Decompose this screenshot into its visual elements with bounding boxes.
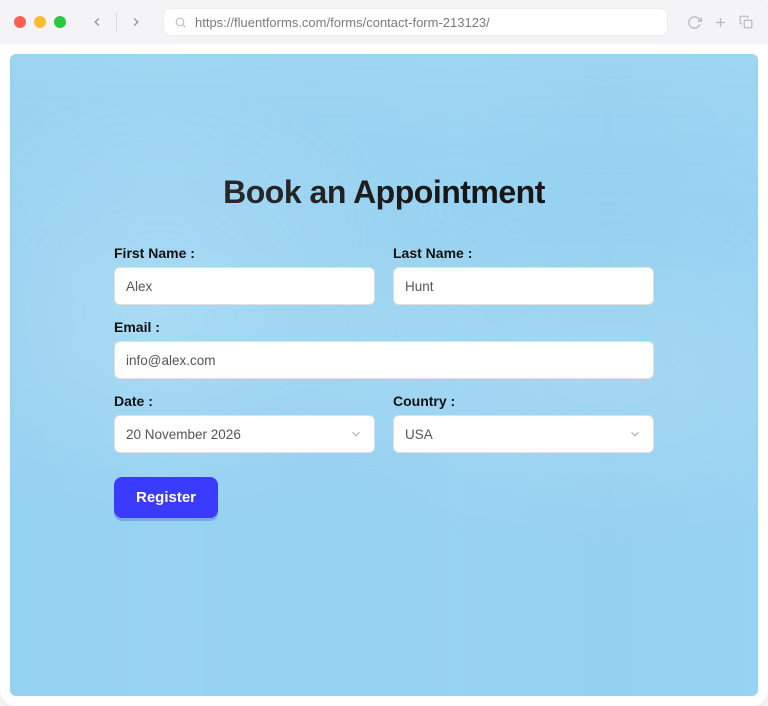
- page-content: Book an Appointment First Name : Last Na…: [10, 54, 758, 696]
- last-name-input-wrap: [393, 267, 654, 305]
- first-name-input-wrap: [114, 267, 375, 305]
- email-input-wrap: [114, 341, 654, 379]
- close-window-icon[interactable]: [14, 16, 26, 28]
- forward-button[interactable]: [123, 9, 149, 35]
- maximize-window-icon[interactable]: [54, 16, 66, 28]
- date-select[interactable]: 20 November 2026: [114, 415, 375, 453]
- appointment-form: First Name : Last Name : Email :: [114, 245, 654, 518]
- email-label: Email :: [114, 319, 654, 335]
- reload-icon[interactable]: [686, 14, 702, 30]
- register-button[interactable]: Register: [114, 477, 218, 518]
- chevron-down-icon: [628, 427, 642, 441]
- nav-arrows: [84, 9, 149, 35]
- country-select[interactable]: USA: [393, 415, 654, 453]
- minimize-window-icon[interactable]: [34, 16, 46, 28]
- first-name-input[interactable]: [126, 279, 363, 294]
- email-field: Email :: [114, 319, 654, 379]
- copy-icon[interactable]: [738, 14, 754, 30]
- first-name-field: First Name :: [114, 245, 375, 305]
- email-input[interactable]: [126, 353, 642, 368]
- window-controls: [14, 16, 66, 28]
- country-label: Country :: [393, 393, 654, 409]
- browser-window: https://fluentforms.com/forms/contact-fo…: [0, 0, 768, 706]
- last-name-field: Last Name :: [393, 245, 654, 305]
- toolbar-divider: [116, 12, 117, 32]
- address-bar[interactable]: https://fluentforms.com/forms/contact-fo…: [163, 8, 668, 36]
- url-text: https://fluentforms.com/forms/contact-fo…: [195, 15, 490, 30]
- date-label: Date :: [114, 393, 375, 409]
- form-actions: Register: [114, 477, 654, 518]
- search-icon: [174, 16, 187, 29]
- country-value: USA: [405, 427, 433, 442]
- toolbar-right: [686, 14, 754, 30]
- browser-viewport: Book an Appointment First Name : Last Na…: [0, 44, 768, 706]
- date-value: 20 November 2026: [126, 427, 241, 442]
- chevron-down-icon: [349, 427, 363, 441]
- last-name-label: Last Name :: [393, 245, 654, 261]
- country-field: Country : USA: [393, 393, 654, 453]
- date-field: Date : 20 November 2026: [114, 393, 375, 453]
- back-button[interactable]: [84, 9, 110, 35]
- browser-toolbar: https://fluentforms.com/forms/contact-fo…: [0, 0, 768, 44]
- first-name-label: First Name :: [114, 245, 375, 261]
- last-name-input[interactable]: [405, 279, 642, 294]
- new-tab-icon[interactable]: [712, 14, 728, 30]
